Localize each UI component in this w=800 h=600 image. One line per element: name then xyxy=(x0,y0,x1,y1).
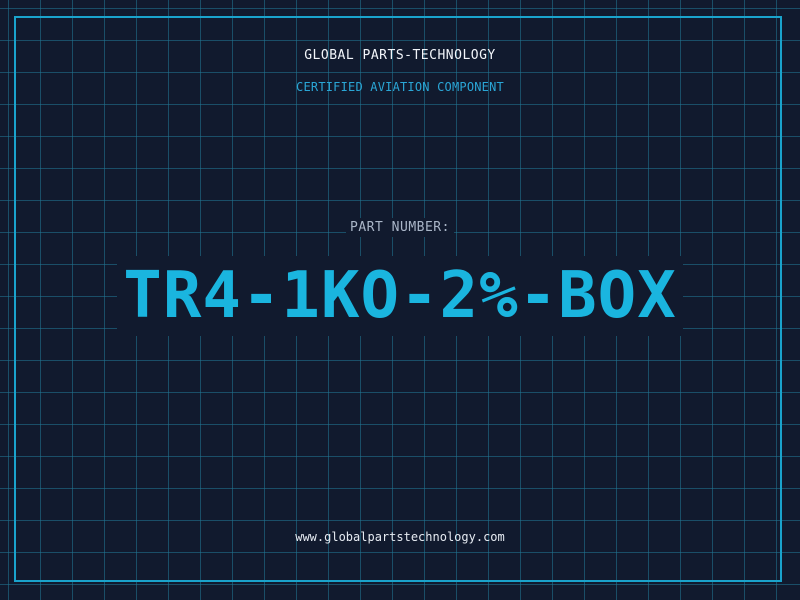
tagline: CERTIFIED AVIATION COMPONENT xyxy=(296,80,504,94)
part-number-row: TR4-1KO-2%-BOX xyxy=(0,256,800,336)
part-number-value: TR4-1KO-2%-BOX xyxy=(117,256,683,336)
website-url: www.globalpartstechnology.com xyxy=(295,530,505,544)
part-number-label: PART NUMBER: xyxy=(346,218,454,237)
brand-name: GLOBAL PARTS-TECHNOLOGY xyxy=(304,48,496,63)
part-label-row: PART NUMBER: xyxy=(0,218,800,237)
label-card: GLOBAL PARTS-TECHNOLOGY CERTIFIED AVIATI… xyxy=(0,0,800,600)
